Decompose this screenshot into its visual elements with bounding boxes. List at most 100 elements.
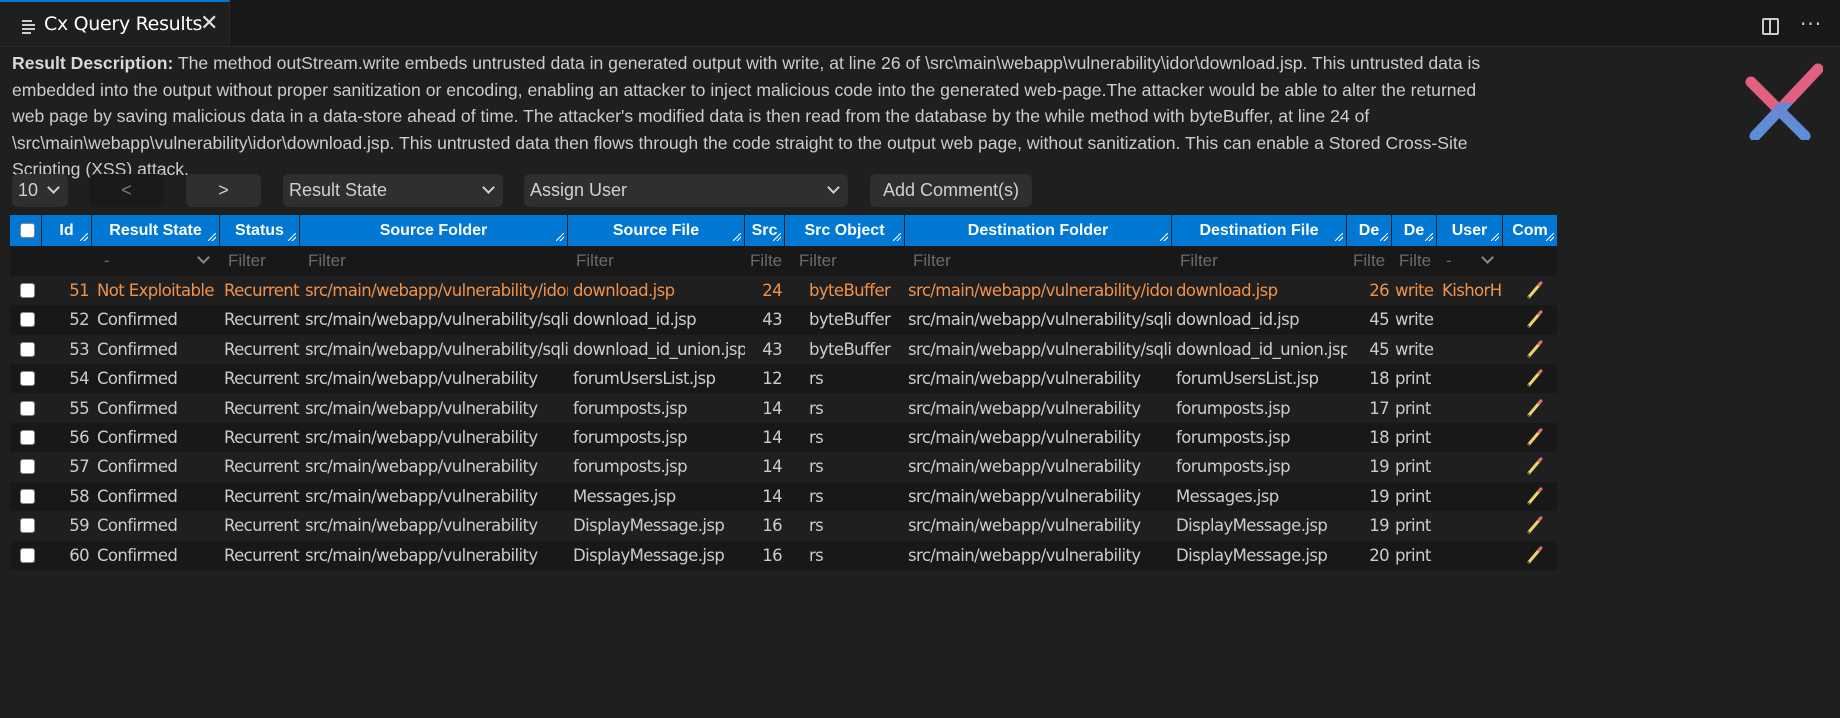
- cell-result-state: Confirmed: [97, 545, 178, 565]
- column-header-src[interactable]: Src: [745, 215, 785, 246]
- cell-user: [1442, 335, 1504, 364]
- assign-user-select[interactable]: Assign User: [524, 174, 848, 207]
- resize-handle-icon[interactable]: [80, 233, 88, 241]
- add-comment-button[interactable]: Add Comment(s): [870, 174, 1032, 207]
- cell-user: [1442, 452, 1504, 481]
- column-header-user[interactable]: User: [1437, 215, 1503, 246]
- cell-status: Recurrent: [224, 398, 300, 418]
- table-row[interactable]: 51 Not Exploitable Recurrent src/main/webap…: [10, 276, 1557, 306]
- src-object-filter[interactable]: Filter: [799, 246, 899, 276]
- cell-user: [1442, 482, 1504, 511]
- close-icon[interactable]: ✕: [200, 11, 218, 36]
- resize-handle-icon[interactable]: [556, 233, 564, 241]
- edit-comment-pencil-icon[interactable]: [1525, 368, 1545, 388]
- cell-status: Recurrent: [224, 310, 300, 330]
- column-header-source-file[interactable]: Source File: [568, 215, 745, 246]
- split-editor-icon[interactable]: [1762, 18, 1779, 35]
- column-header-comment[interactable]: Com: [1503, 215, 1557, 246]
- edit-comment-pencil-icon[interactable]: [1525, 280, 1545, 300]
- cell-src-object: rs: [809, 428, 824, 447]
- page-size-select[interactable]: 10: [12, 174, 68, 207]
- source-folder-filter[interactable]: Filter: [308, 246, 563, 276]
- filter-row: - Filter Filter Filter Filte Filter Filt…: [10, 246, 1557, 276]
- cell-dest-line: 18: [1369, 428, 1389, 447]
- edit-comment-pencil-icon[interactable]: [1525, 398, 1545, 418]
- edit-comment-pencil-icon[interactable]: [1525, 456, 1545, 476]
- resize-handle-icon[interactable]: [208, 233, 216, 241]
- result-state-select[interactable]: Result State: [283, 174, 503, 207]
- row-checkbox[interactable]: [20, 371, 35, 387]
- edit-comment-pencil-icon[interactable]: [1525, 545, 1545, 565]
- table-row[interactable]: 55 Confirmed Recurrent src/main/webapp/vuln…: [10, 393, 1557, 423]
- destination-file-filter[interactable]: Filter: [1180, 246, 1340, 276]
- cell-source-folder: src/main/webapp/vulnerability/sqli: [305, 310, 568, 330]
- cell-src: 43: [762, 310, 782, 330]
- table-row[interactable]: 54 Confirmed Recurrent src/main/webapp/vuln…: [10, 364, 1557, 394]
- editor-tab-bar: Cx Query Results ✕ ···: [0, 0, 1840, 47]
- row-checkbox[interactable]: [20, 400, 35, 416]
- table-row[interactable]: 60 Confirmed Recurrent src/main/webapp/vuln…: [10, 540, 1557, 570]
- resize-handle-icon[interactable]: [1160, 233, 1168, 241]
- cell-dest-object: print: [1395, 428, 1431, 447]
- resize-handle-icon[interactable]: [1425, 233, 1433, 241]
- resize-handle-icon[interactable]: [1380, 233, 1388, 241]
- edit-comment-pencil-icon[interactable]: [1525, 427, 1545, 447]
- table-row[interactable]: 53 Confirmed Recurrent src/main/webapp/vuln…: [10, 334, 1557, 365]
- column-header-destination-file[interactable]: Destination File: [1172, 215, 1347, 246]
- cell-source-folder: src/main/webapp/vulnerability: [305, 516, 538, 536]
- column-header-dest-line[interactable]: De: [1347, 215, 1392, 246]
- result-description-label: Result Description:: [12, 53, 174, 73]
- table-row[interactable]: 59 Confirmed Recurrent src/main/webapp/vuln…: [10, 511, 1557, 541]
- column-header-status[interactable]: Status: [220, 215, 300, 246]
- table-row[interactable]: 57 Confirmed Recurrent src/main/webapp/vuln…: [10, 452, 1557, 482]
- tab-cx-query-results[interactable]: Cx Query Results ✕: [0, 0, 230, 46]
- dest-line-filter[interactable]: Filte: [1353, 246, 1391, 276]
- column-header-src-object[interactable]: Src Object: [785, 215, 905, 246]
- row-checkbox[interactable]: [20, 430, 35, 445]
- row-checkbox[interactable]: [20, 283, 35, 298]
- row-checkbox[interactable]: [20, 312, 35, 328]
- table-row[interactable]: 52 Confirmed Recurrent src/main/webapp/vuln…: [10, 305, 1557, 335]
- cell-source-folder: src/main/webapp/vulnerability: [305, 398, 538, 418]
- column-header-destination-folder[interactable]: Destination Folder: [905, 215, 1172, 246]
- edit-comment-pencil-icon[interactable]: [1525, 515, 1545, 535]
- row-checkbox[interactable]: [20, 459, 35, 475]
- cell-destination-folder: src/main/webapp/vulnerability/sqli: [908, 339, 1172, 359]
- row-checkbox[interactable]: [20, 547, 35, 563]
- cell-destination-folder: src/main/webapp/vulnerability: [908, 369, 1141, 389]
- src-filter[interactable]: Filte: [750, 246, 786, 276]
- cell-source-file: download_id_union.jsp: [573, 339, 745, 359]
- edit-comment-pencil-icon[interactable]: [1525, 486, 1545, 506]
- resize-handle-icon[interactable]: [733, 233, 741, 241]
- resize-handle-icon[interactable]: [773, 233, 781, 241]
- column-header-result-state[interactable]: Result State: [92, 215, 220, 246]
- edit-comment-pencil-icon[interactable]: [1525, 309, 1545, 329]
- source-file-filter[interactable]: Filter: [576, 246, 741, 276]
- next-page-button[interactable]: >: [186, 174, 261, 207]
- column-header-source-folder[interactable]: Source Folder: [300, 215, 568, 246]
- prev-page-button[interactable]: <: [89, 174, 164, 207]
- user-filter[interactable]: -: [1440, 246, 1500, 276]
- resize-handle-icon[interactable]: [893, 233, 901, 241]
- row-checkbox[interactable]: [20, 341, 35, 357]
- row-checkbox[interactable]: [20, 518, 35, 534]
- resize-handle-icon[interactable]: [1491, 233, 1499, 241]
- resize-handle-icon[interactable]: [288, 233, 296, 241]
- edit-comment-pencil-icon[interactable]: [1525, 339, 1545, 359]
- cell-dest-object: print: [1395, 486, 1431, 506]
- status-filter[interactable]: Filter: [228, 246, 298, 276]
- resize-handle-icon[interactable]: [1335, 233, 1343, 241]
- table-row[interactable]: 58 Confirmed Recurrent src/main/webapp/vuln…: [10, 481, 1557, 512]
- table-row[interactable]: 56 Confirmed Recurrent src/main/webapp/vuln…: [10, 423, 1557, 453]
- row-checkbox[interactable]: [20, 488, 35, 504]
- resize-handle-icon[interactable]: [1546, 233, 1554, 241]
- dest-object-filter[interactable]: Filte: [1399, 246, 1435, 276]
- chevron-down-icon: [829, 174, 838, 207]
- result-state-filter[interactable]: -: [100, 246, 214, 276]
- destination-folder-filter[interactable]: Filter: [913, 246, 1168, 276]
- column-header-dest-object[interactable]: De: [1392, 215, 1437, 246]
- cell-dest-line: 20: [1369, 545, 1389, 565]
- more-actions-icon[interactable]: ···: [1800, 12, 1822, 36]
- column-header-id[interactable]: Id: [42, 215, 92, 246]
- select-all-checkbox[interactable]: [20, 223, 35, 238]
